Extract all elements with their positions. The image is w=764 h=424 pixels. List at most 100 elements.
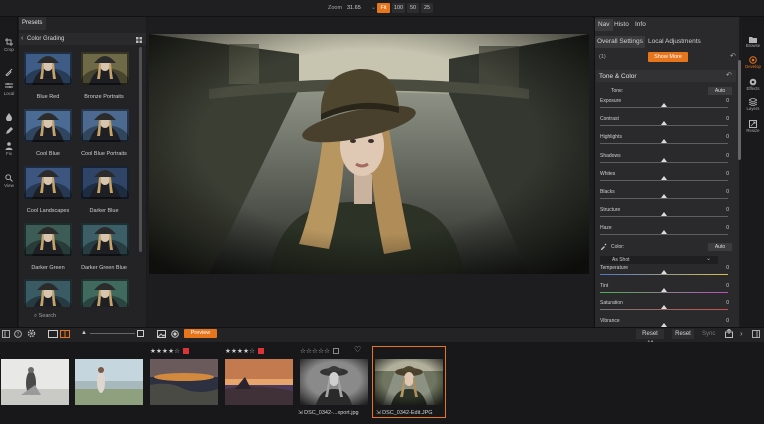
slider-value[interactable]: 0 — [720, 318, 729, 324]
color-label-red[interactable] — [258, 348, 264, 354]
slider-value[interactable]: 0 — [720, 265, 729, 271]
slider-value[interactable]: 0 — [720, 153, 729, 159]
retouch-tool[interactable] — [0, 113, 18, 122]
slider-knob[interactable] — [661, 305, 667, 309]
adjustments-scrollbar[interactable] — [738, 60, 741, 160]
slider-knob[interactable] — [661, 175, 667, 180]
rating-stars[interactable]: ★★★★☆ — [225, 347, 255, 355]
heart-icon[interactable]: ♡ — [354, 345, 361, 354]
grid-view-icon[interactable] — [136, 37, 142, 43]
slider-knob[interactable] — [661, 230, 667, 235]
slider-knob[interactable] — [661, 322, 667, 327]
view-tool[interactable]: View — [0, 174, 18, 188]
preset-thumbnail[interactable] — [81, 166, 129, 199]
panel-toggle-icon[interactable] — [2, 330, 10, 340]
zoom-value[interactable]: 31.65 — [347, 5, 361, 11]
chevron-left-icon[interactable]: ‹ — [21, 35, 23, 42]
slider-value[interactable]: 0 — [720, 134, 729, 140]
mask-icon[interactable] — [171, 330, 179, 340]
slider-track[interactable] — [600, 125, 728, 127]
slider-value[interactable]: 0 — [720, 189, 729, 195]
undo-icon[interactable]: ↶ — [730, 52, 736, 60]
slider-track[interactable] — [600, 143, 728, 145]
slider-track[interactable] — [600, 198, 728, 199]
module-resize[interactable]: Resize — [742, 120, 764, 133]
presets-search[interactable]: ⌕ Search — [34, 313, 56, 320]
slider-track[interactable] — [600, 234, 728, 236]
slider-knob[interactable] — [661, 121, 667, 126]
film-thumbnail[interactable] — [150, 359, 218, 405]
preset-thumbnail[interactable] — [24, 166, 72, 199]
slider-knob[interactable] — [661, 212, 667, 217]
help-icon[interactable]: ? — [14, 330, 22, 340]
preset-thumbnail[interactable] — [81, 109, 129, 142]
tab-local-adjustments[interactable]: Local Adjustments — [646, 36, 703, 48]
film-thumbnail-selected[interactable] — [375, 359, 443, 405]
tone-auto-button[interactable]: Auto — [708, 87, 732, 95]
slider-track[interactable] — [600, 161, 728, 163]
rating-stars[interactable]: ★★★★☆ — [150, 347, 180, 355]
crop-tool[interactable]: Crop — [0, 38, 18, 52]
slider-value[interactable]: 0 — [720, 300, 729, 306]
gear-icon[interactable] — [27, 329, 36, 340]
zoom-50-button[interactable]: 50 — [407, 3, 419, 13]
fix-tool[interactable]: Fix — [0, 142, 18, 156]
section-reset-icon[interactable]: ↶ — [726, 71, 732, 79]
preset-thumbnail[interactable] — [24, 109, 72, 142]
tab-histo[interactable]: Histo — [611, 19, 632, 31]
module-layers[interactable]: Layers — [742, 98, 764, 111]
preview-button[interactable]: Preview — [184, 329, 217, 338]
slider-track[interactable] — [600, 291, 728, 293]
slider-track[interactable] — [600, 107, 728, 108]
preset-thumbnail[interactable] — [81, 52, 129, 85]
zoom-25-button[interactable]: 25 — [421, 3, 433, 13]
preset-thumbnail[interactable] — [24, 279, 72, 307]
tab-presets[interactable]: Presets — [19, 17, 46, 30]
preset-thumbnail[interactable] — [24, 223, 72, 256]
compare-view-icon[interactable] — [60, 330, 70, 340]
slider-track[interactable] — [600, 274, 728, 275]
tab-info[interactable]: Info — [632, 19, 649, 31]
color-label-empty[interactable] — [333, 348, 339, 354]
thumbnail-size-slider[interactable] — [90, 333, 135, 334]
chevron-right-icon[interactable]: › — [740, 329, 743, 338]
image-icon[interactable] — [157, 330, 167, 340]
film-thumbnail[interactable] — [300, 359, 368, 405]
slider-track[interactable] — [600, 309, 728, 310]
slider-knob[interactable] — [661, 287, 667, 292]
panel-right-toggle-icon[interactable] — [752, 330, 760, 340]
slider-knob[interactable] — [661, 103, 667, 107]
preset-thumbnail[interactable] — [81, 223, 129, 256]
show-more-button[interactable]: Show More — [648, 52, 688, 62]
main-photo[interactable] — [149, 34, 589, 274]
single-view-icon[interactable] — [48, 330, 58, 340]
slider-value[interactable]: 0 — [720, 171, 729, 177]
slider-value[interactable]: 0 — [720, 283, 729, 289]
zoom-100-button[interactable]: 100 — [392, 3, 405, 13]
film-thumbnail[interactable] — [1, 359, 69, 405]
tab-nav[interactable]: Nav — [595, 19, 613, 31]
slider-track[interactable] — [600, 216, 728, 218]
reset-all-button[interactable]: Reset All — [636, 329, 664, 347]
color-label-red[interactable] — [183, 348, 189, 354]
presets-scrollbar[interactable] — [139, 47, 142, 252]
preset-thumbnail[interactable] — [24, 52, 72, 85]
slider-track[interactable] — [600, 179, 728, 181]
slider-knob[interactable] — [661, 157, 667, 162]
white-balance-select[interactable]: As Shot — [600, 256, 718, 264]
slider-knob[interactable] — [661, 270, 667, 274]
film-thumbnail[interactable] — [225, 359, 293, 405]
tab-overall-settings[interactable]: Overall Settings — [595, 36, 645, 48]
slider-value[interactable]: 0 — [720, 225, 729, 231]
zoom-fit-button[interactable]: Fit — [377, 3, 390, 13]
share-icon[interactable] — [725, 328, 733, 340]
color-auto-button[interactable]: Auto — [708, 243, 732, 251]
chevron-down-icon[interactable]: ⌄ — [371, 4, 376, 11]
reset-button[interactable]: Reset — [672, 329, 694, 339]
slider-knob[interactable] — [661, 194, 667, 198]
film-thumbnail[interactable] — [75, 359, 143, 405]
module-effects[interactable]: Effects — [742, 78, 764, 91]
module-browse[interactable]: Browse — [742, 36, 764, 48]
heal-tool[interactable] — [0, 127, 18, 136]
slider-value[interactable]: 0 — [720, 116, 729, 122]
